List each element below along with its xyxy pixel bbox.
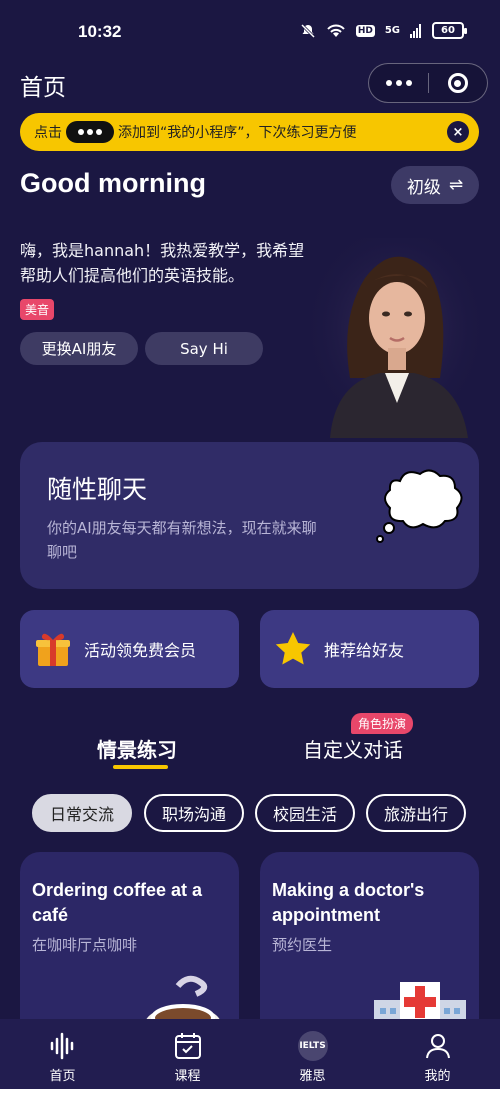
signal-icon — [410, 23, 421, 38]
thought-bubble-icon — [376, 469, 463, 543]
chip-travel[interactable]: 旅游出行 — [366, 794, 466, 832]
close-mini-program-button[interactable] — [429, 64, 487, 102]
scene-card-doctor[interactable]: Making a doctor's appointment 预约医生 — [260, 852, 479, 1042]
chip-workplace[interactable]: 职场沟通 — [144, 794, 244, 832]
greeting-title: Good morning — [20, 168, 206, 198]
more-dot-icon — [395, 80, 402, 86]
status-icons: HD 5G 60 — [300, 22, 467, 39]
sound-wave-icon — [50, 1032, 73, 1060]
home-indicator-bar — [0, 1089, 500, 1097]
more-dots-icon — [66, 121, 114, 143]
recommend-friend-card[interactable]: 推荐给好友 — [260, 610, 479, 688]
scene-card-coffee[interactable]: Ordering coffee at a café 在咖啡厅点咖啡 — [20, 852, 239, 1042]
battery-icon: 60 — [432, 22, 467, 39]
mute-bell-icon — [300, 23, 315, 38]
ielts-icon: IELTS — [297, 1031, 328, 1061]
more-dot-icon — [385, 80, 392, 86]
close-tip-button[interactable]: × — [447, 121, 469, 143]
scene-title-en: Making a doctor's appointment — [272, 880, 425, 925]
nav-profile[interactable]: 我的 — [375, 1019, 500, 1089]
promo-vip-label: 活动领免费会员 — [84, 641, 197, 660]
nav-courses[interactable]: 课程 — [125, 1019, 250, 1089]
free-membership-card[interactable]: 活动领免费会员 — [20, 610, 239, 688]
level-switch-button[interactable]: 初级 ⇌ — [391, 166, 479, 204]
target-icon — [447, 73, 468, 93]
tip-text: 添加到“我的小程序”，下次练习更方便 — [118, 125, 357, 141]
level-label: 初级 — [406, 177, 441, 198]
hd-badge: HD — [355, 24, 375, 37]
nav-courses-label: 课程 — [174, 1069, 201, 1084]
bottom-navigation: 首页 课程 IELTS 雅思 我的 — [0, 1019, 500, 1089]
tab-custom-dialogue[interactable]: 自定义对话 — [303, 734, 403, 763]
free-chat-title: 随性聊天 — [47, 475, 148, 504]
ai-friend-avatar — [310, 238, 480, 438]
battery-level: 60 — [441, 25, 455, 36]
nav-profile-label: 我的 — [424, 1069, 451, 1084]
free-chat-card[interactable]: 随性聊天 你的AI朋友每天都有新想法，现在就来聊聊吧 — [20, 442, 479, 589]
star-icon — [275, 632, 311, 665]
chip-campus[interactable]: 校园生活 — [255, 794, 355, 832]
promo-share-label: 推荐给好友 — [324, 641, 405, 660]
mini-program-capsule — [368, 63, 488, 103]
status-time: 10:32 — [78, 22, 122, 41]
calendar-icon — [174, 1033, 201, 1059]
network-label: 5G — [384, 24, 400, 36]
free-chat-description: 你的AI朋友每天都有新想法，现在就来聊聊吧 — [47, 519, 317, 561]
wifi-icon — [327, 24, 345, 37]
role-play-badge: 角色扮演 — [351, 713, 414, 734]
active-tab-indicator — [113, 765, 168, 769]
page-title: 首页 — [20, 75, 66, 101]
scene-title-en: Ordering coffee at a café — [32, 880, 203, 925]
tab-scene-practice[interactable]: 情景练习 — [97, 734, 177, 763]
scene-title-zh: 预约医生 — [272, 936, 333, 954]
tip-prefix: 点击 — [34, 125, 62, 141]
accent-tag: 美音 — [20, 299, 55, 320]
chip-daily[interactable]: 日常交流 — [32, 794, 132, 832]
status-bar: 10:32 HD 5G 60 — [0, 0, 500, 66]
nav-home-label: 首页 — [49, 1069, 76, 1084]
more-button[interactable] — [369, 64, 428, 102]
profile-icon — [425, 1034, 450, 1059]
say-hi-button[interactable]: Say Hi — [145, 332, 263, 365]
nav-ielts-label: 雅思 — [299, 1069, 326, 1084]
add-to-mini-program-banner: 点击 添加到“我的小程序”，下次练习更方便 × — [20, 113, 479, 151]
more-dot-icon — [405, 80, 412, 86]
nav-home[interactable]: 首页 — [0, 1019, 125, 1089]
ai-friend-intro: 嗨，我是hannah！我热爱教学，我希望帮助人们提高他们的英语技能。 — [20, 241, 305, 285]
gift-icon — [36, 633, 70, 666]
nav-ielts[interactable]: IELTS 雅思 — [250, 1019, 375, 1089]
scene-title-zh: 在咖啡厅点咖啡 — [32, 936, 138, 954]
change-ai-friend-button[interactable]: 更换AI朋友 — [20, 332, 138, 365]
swap-icon: ⇌ — [448, 175, 464, 195]
